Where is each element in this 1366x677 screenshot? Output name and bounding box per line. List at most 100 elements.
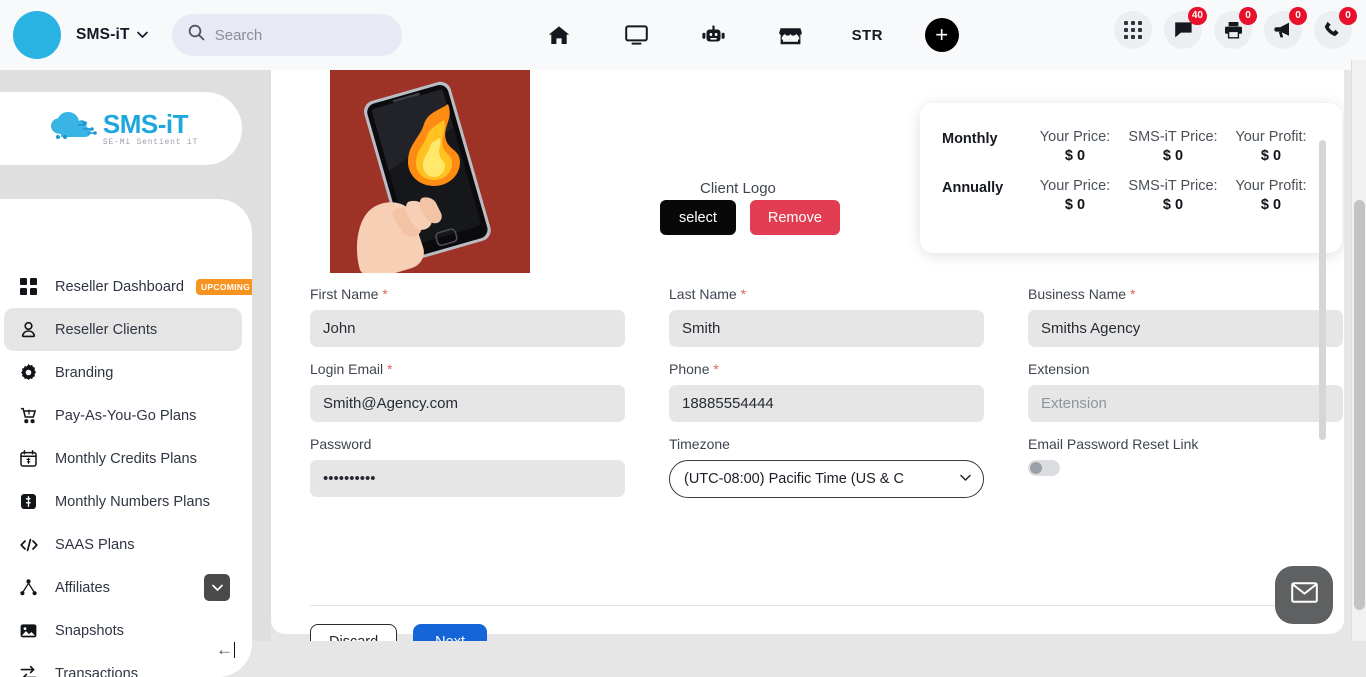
first-name-group: First Name * (310, 286, 625, 347)
cart-icon (18, 407, 39, 424)
pricing-panel: Monthly Your Price: $ 0 SMS-iT Price: $ … (920, 103, 1342, 253)
sidebar-logo-card: SMS-iT SE-Mi Sentient iT (0, 92, 242, 165)
pricing-smsit-price-annually: SMS-iT Price: $ 0 (1124, 178, 1222, 213)
extension-group: Extension (1028, 361, 1343, 422)
brand-avatar[interactable] (13, 11, 61, 59)
home-icon[interactable] (521, 13, 598, 57)
remove-logo-button[interactable]: Remove (750, 200, 840, 235)
select-logo-button[interactable]: select (660, 200, 736, 235)
last-name-input[interactable] (669, 310, 984, 347)
sidebar-item-label: Pay-As-You-Go Plans (55, 408, 196, 424)
sidebar-item-pay-as-you-go-plans[interactable]: Pay-As-You-Go Plans (4, 394, 242, 437)
pricing-cell-value: $ 0 (1124, 197, 1222, 213)
form-row-1: First Name * Last Name * Business Name * (310, 286, 1313, 347)
sidebar-item-label: Transactions (55, 666, 138, 677)
page-scrollbar[interactable] (1351, 60, 1366, 641)
pricing-smsit-price-monthly: SMS-iT Price: $ 0 (1124, 129, 1222, 164)
sidebar-item-monthly-credits-plans[interactable]: Monthly Credits Plans (4, 437, 242, 480)
pricing-your-price-monthly: Your Price: $ 0 (1026, 129, 1124, 164)
timezone-label: Timezone (669, 436, 984, 452)
str-label[interactable]: STR (829, 13, 906, 57)
collapse-arrow-icon: ← (216, 640, 233, 659)
extension-input[interactable] (1028, 385, 1343, 422)
business-name-input[interactable] (1028, 310, 1343, 347)
sidebar-menu: Reseller Dashboard UPCOMING Reseller Cli… (0, 199, 252, 677)
grid-icon (18, 278, 39, 295)
business-name-group: Business Name * (1028, 286, 1343, 347)
pricing-cell-label: Your Profit: (1222, 129, 1320, 145)
sidebar-nav-card: Reseller Dashboard UPCOMING Reseller Cli… (0, 199, 252, 677)
sidebar-collapse-button[interactable]: ← (216, 640, 235, 660)
sidebar-item-label: Monthly Credits Plans (55, 451, 197, 467)
business-name-label: Business Name * (1028, 286, 1343, 302)
affiliates-chevron-down-icon[interactable] (204, 574, 230, 601)
megaphone-icon[interactable]: 0 (1264, 11, 1302, 49)
code-icon (18, 538, 39, 552)
toggle-knob (1030, 462, 1042, 474)
search-input[interactable] (215, 27, 386, 44)
required-marker: * (387, 361, 392, 377)
phone-input[interactable] (669, 385, 984, 422)
email-reset-label: Email Password Reset Link (1028, 436, 1313, 452)
search-icon (188, 24, 205, 46)
pricing-your-price-annually: Your Price: $ 0 (1026, 178, 1124, 213)
sidebar-item-reseller-clients[interactable]: Reseller Clients (4, 308, 242, 351)
client-form-card: Client Logo select Remove Monthly Your P… (271, 70, 1344, 634)
timezone-group: Timezone (UTC-08:00) Pacific Time (US & … (669, 436, 984, 498)
sidebar-item-label: Reseller Clients (55, 322, 157, 338)
sidebar-item-branding[interactable]: Branding (4, 351, 242, 394)
main-scrollbar-thumb[interactable] (1319, 140, 1326, 440)
pricing-cell-value: $ 0 (1222, 197, 1320, 213)
phone-icon[interactable]: 0 (1314, 11, 1352, 49)
printer-badge: 0 (1239, 7, 1257, 25)
last-name-label: Last Name * (669, 286, 984, 302)
robot-icon[interactable] (675, 13, 752, 57)
printer-icon[interactable]: 0 (1214, 11, 1252, 49)
pricing-cell-value: $ 0 (1124, 148, 1222, 164)
sidebar-item-label: SAAS Plans (55, 537, 135, 553)
sidebar-item-label: Monthly Numbers Plans (55, 494, 210, 510)
sidebar-item-label: Affiliates (55, 580, 110, 596)
main-content: Client Logo select Remove Monthly Your P… (271, 70, 1344, 641)
phone-badge: 0 (1339, 7, 1357, 25)
upcoming-badge: UPCOMING (196, 279, 252, 295)
next-button[interactable]: Next (413, 624, 487, 641)
password-input[interactable] (310, 460, 625, 497)
calendar-dollar-icon (18, 450, 39, 467)
form-row-3: Password Timezone (UTC-08:00) Pacific Ti… (310, 436, 1313, 498)
sidebar-item-label: Snapshots (55, 623, 124, 639)
timezone-select[interactable]: (UTC-08:00) Pacific Time (US & C (669, 460, 984, 498)
sidebar-item-transactions[interactable]: Transactions (4, 652, 242, 677)
pricing-cell-label: Your Profit: (1222, 178, 1320, 194)
sidebar-item-reseller-dashboard[interactable]: Reseller Dashboard UPCOMING (4, 265, 242, 308)
email-reset-group: Email Password Reset Link (1028, 436, 1313, 498)
store-icon[interactable] (752, 13, 829, 57)
client-logo-preview (330, 70, 530, 273)
brand-chevron-down-icon[interactable] (137, 28, 148, 42)
first-name-input[interactable] (310, 310, 625, 347)
transaction-icon (18, 665, 39, 677)
discard-button[interactable]: Discard (310, 624, 397, 641)
chat-widget-button[interactable] (1275, 566, 1333, 624)
top-nav-icon-group: STR + (521, 13, 959, 57)
search-box[interactable] (172, 14, 402, 56)
form-row-2: Login Email * Phone * Extension (310, 361, 1313, 422)
page-scrollbar-thumb[interactable] (1354, 200, 1365, 610)
pricing-cell-value: $ 0 (1026, 197, 1124, 213)
add-button[interactable]: + (925, 18, 959, 52)
sidebar-item-monthly-numbers-plans[interactable]: Monthly Numbers Plans (4, 480, 242, 523)
monitor-icon[interactable] (598, 13, 675, 57)
top-navigation-bar: SMS-iT STR + 40 (0, 0, 1366, 70)
apps-grid-icon[interactable] (1114, 11, 1152, 49)
sidebar-item-affiliates[interactable]: Affiliates (4, 566, 242, 609)
client-logo-label: Client Logo (700, 180, 776, 197)
email-reset-toggle[interactable] (1028, 460, 1060, 476)
chat-icon[interactable]: 40 (1164, 11, 1202, 49)
envelope-icon (1291, 582, 1318, 608)
sidebar-item-saas-plans[interactable]: SAAS Plans (4, 523, 242, 566)
sidebar-item-snapshots[interactable]: Snapshots (4, 609, 242, 652)
client-details-form: First Name * Last Name * Business Name *… (310, 286, 1313, 512)
grid-dots (1124, 21, 1142, 39)
megaphone-badge: 0 (1289, 7, 1307, 25)
login-email-input[interactable] (310, 385, 625, 422)
